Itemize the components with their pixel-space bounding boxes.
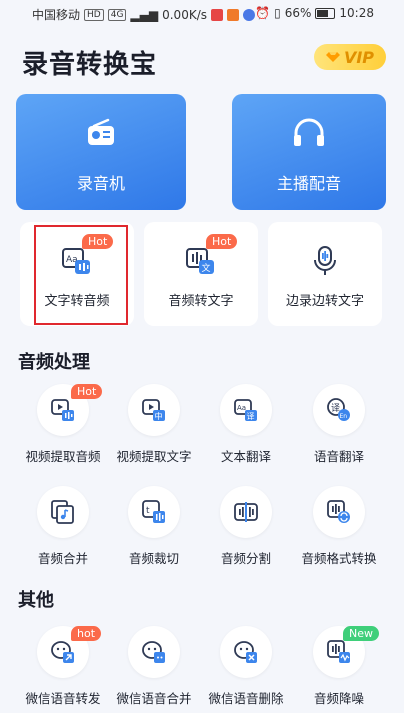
signal-icon: ▂▄▆ <box>130 7 159 22</box>
notification-icon <box>211 8 223 21</box>
audio-crop-icon: t <box>142 500 165 523</box>
audio-to-text-card[interactable]: 文 Hot 音频转文字 <box>144 222 258 326</box>
grid-item-text-translate[interactable]: Aa 译 文本翻译 <box>198 384 294 465</box>
selection-highlight <box>34 225 128 325</box>
wechat-merge-icon <box>142 641 165 663</box>
grid-item-label: 微信语音删除 <box>208 691 284 706</box>
audio-to-text-label: 音频转文字 <box>168 294 234 309</box>
carrier-label: 中国移动 <box>32 8 81 22</box>
text-translate-icon: Aa 译 <box>234 399 257 421</box>
status-bar: 中国移动 HD 4G ▂▄▆ 0.00K/s ⏰ ▯ 66% 10:28 <box>0 0 404 28</box>
section-title-audio: 音频处理 <box>18 352 90 373</box>
vip-button[interactable]: VIP <box>314 44 386 70</box>
grid-item-label: 语音翻译 <box>313 449 364 464</box>
grid-item-wechat-delete[interactable]: 微信语音删除 <box>198 626 294 707</box>
hot-badge: Hot <box>71 384 103 399</box>
wechat-forward-icon <box>51 641 74 663</box>
hot-badge: Hot <box>206 234 238 249</box>
battery-icon <box>315 7 336 19</box>
battery-percent: 66% <box>284 6 312 20</box>
video-audio-icon <box>51 399 74 421</box>
radio-icon <box>88 118 114 145</box>
vibrate-icon: ▯ <box>274 6 281 20</box>
svg-text:t: t <box>146 506 150 516</box>
diamond-icon <box>325 52 340 62</box>
grid-item-label: 微信语音合并 <box>116 691 192 706</box>
svg-text:译: 译 <box>247 412 255 421</box>
voice-translate-icon: 译 En <box>327 398 350 421</box>
grid-item-label: 文本翻译 <box>220 449 271 464</box>
grid-item-audio-merge[interactable]: 音频合并 <box>15 486 111 567</box>
grid-item-label: 微信语音转发 <box>25 691 101 706</box>
hot-badge: hot <box>71 626 102 641</box>
microphone-icon <box>314 246 336 275</box>
grid-item-label: 视频提取文字 <box>116 449 192 464</box>
audio-merge-icon <box>51 500 74 524</box>
grid-item-label: 音频分割 <box>220 551 271 566</box>
grid-item-label: 音频裁切 <box>128 551 179 566</box>
grid-item-wechat-forward[interactable]: hot 微信语音转发 <box>15 626 111 707</box>
video-text-icon: 中 <box>142 399 165 421</box>
grid-item-label: 音频降噪 <box>313 691 364 706</box>
notification-icon <box>227 8 239 21</box>
dubbing-card[interactable]: 主播配音 <box>232 94 386 210</box>
vip-label: VIP <box>343 47 375 67</box>
wechat-delete-icon <box>234 641 257 663</box>
audio-to-text-icon: 文 <box>186 248 214 274</box>
grid-item-audio-crop[interactable]: t 音频裁切 <box>106 486 202 567</box>
grid-item-video-extract-text[interactable]: 中 视频提取文字 <box>106 384 202 465</box>
network-label: 4G <box>107 8 127 21</box>
grid-item-wechat-merge[interactable]: 微信语音合并 <box>106 626 202 707</box>
new-badge: New <box>343 626 379 641</box>
speed-label: 0.00K/s <box>162 7 207 22</box>
grid-item-label: 视频提取音频 <box>25 449 101 464</box>
grid-item-label: 音频格式转换 <box>301 551 377 566</box>
live-transcribe-label: 边录边转文字 <box>285 294 364 309</box>
audio-split-icon <box>234 502 258 522</box>
noise-reduce-icon <box>327 640 350 663</box>
recorder-label: 录音机 <box>76 174 125 193</box>
format-convert-icon <box>327 500 350 523</box>
alarm-icon: ⏰ <box>255 6 271 20</box>
headphones-icon <box>294 118 324 146</box>
notification-icon <box>243 8 255 21</box>
grid-item-voice-translate[interactable]: 译 En 语音翻译 <box>291 384 387 465</box>
recorder-card[interactable]: 录音机 <box>16 94 186 210</box>
grid-item-label: 音频合并 <box>37 551 88 566</box>
svg-text:中: 中 <box>155 411 163 421</box>
live-transcribe-card[interactable]: 边录边转文字 <box>268 222 382 326</box>
hd-icon: HD <box>84 8 104 21</box>
grid-item-format-convert[interactable]: 音频格式转换 <box>291 486 387 567</box>
svg-text:Aa: Aa <box>237 404 246 412</box>
grid-item-audio-split[interactable]: 音频分割 <box>198 486 294 567</box>
grid-item-video-extract-audio[interactable]: Hot 视频提取音频 <box>15 384 111 465</box>
svg-text:En: En <box>340 413 348 420</box>
clock: 10:28 <box>339 6 374 20</box>
section-title-other: 其他 <box>18 590 54 611</box>
dubbing-label: 主播配音 <box>276 174 341 193</box>
svg-text:文: 文 <box>202 262 211 274</box>
app-title: 录音转换宝 <box>22 50 158 80</box>
grid-item-noise-reduce[interactable]: New 音频降噪 <box>291 626 387 707</box>
